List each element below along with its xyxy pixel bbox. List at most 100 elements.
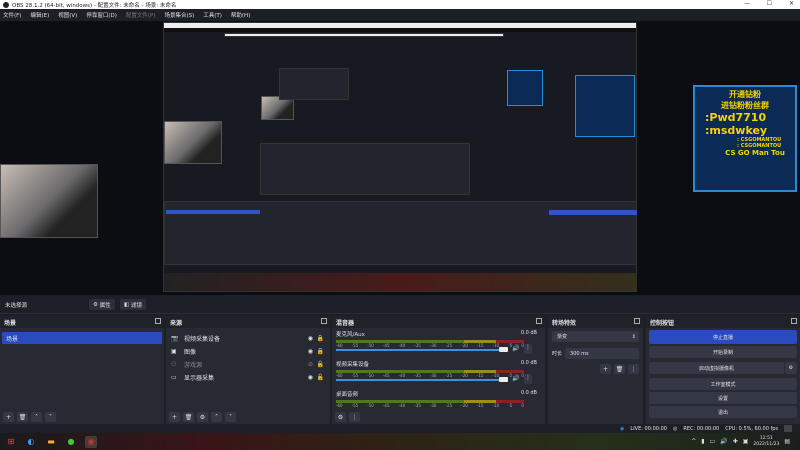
lock-icon[interactable]: 🔒 (317, 335, 324, 342)
menu-edit[interactable]: 编辑(E) (30, 11, 49, 19)
remove-transition-button[interactable]: 🗑 (614, 364, 625, 374)
notification-icon[interactable]: ▤ (784, 438, 790, 445)
cpu-fps: CPU: 0.5%, 60.00 fps (725, 425, 778, 432)
filters-button[interactable]: ◧ 滤镜 (120, 299, 146, 310)
virtual-camera-settings-icon[interactable]: ⚙ (785, 362, 797, 374)
unlock-icon[interactable]: 🔓 (317, 361, 324, 368)
title-bar: OBS 28.1.2 (64-bit, windows) - 配置文件: 未命名… (0, 0, 800, 9)
undock-icon[interactable] (536, 318, 542, 324)
source-item[interactable]: ▭ 显示器采集 ◉ 🔓 (166, 371, 330, 384)
move-up-button[interactable]: ˄ (211, 412, 222, 422)
edge-icon[interactable]: ◐ (25, 436, 37, 448)
filters-label: 滤镜 (130, 302, 142, 309)
undock-icon[interactable] (155, 318, 161, 324)
virtual-camera-button[interactable]: 启动虚拟摄像机 (649, 362, 784, 374)
gear-icon: ⚙ (93, 301, 98, 308)
webcam-source (0, 164, 98, 238)
promo-overlay: 开通钻粉 进钻粉粉丝群 :Pwd7710 :msdwkey : CSGOMANT… (693, 85, 797, 192)
scene-item[interactable]: 场景 (2, 332, 162, 344)
source-item[interactable]: 📷 视频采集设备 ◉ 🔒 (166, 332, 330, 345)
camera-icon: 📷 (171, 335, 179, 342)
menu-help[interactable]: 帮助(H) (231, 11, 250, 19)
chevron-up-icon[interactable]: ^ (691, 438, 696, 445)
input-method-icon[interactable]: ✚ (733, 438, 738, 445)
menu-view[interactable]: 视图(V) (58, 11, 77, 19)
meter-tick: -30 (429, 373, 437, 378)
meter-tick: -30 (429, 343, 437, 348)
display-capture-source (163, 22, 637, 292)
volume-icon[interactable]: 🔊 (720, 438, 727, 445)
channel-menu-button[interactable]: ⋮ (524, 374, 532, 384)
channel-menu-button[interactable]: ⋮ (524, 344, 532, 354)
start-icon[interactable]: ⊞ (5, 436, 17, 448)
move-down-button[interactable]: ˅ (225, 412, 236, 422)
channel-db: 0.0 dB (520, 330, 537, 336)
menu-scene-collection[interactable]: 场景集合(S) (164, 11, 194, 19)
obs-logo-icon (3, 1, 9, 8)
add-scene-button[interactable]: + (3, 412, 14, 422)
eye-icon[interactable]: ◉ (308, 348, 313, 355)
exit-button[interactable]: 退出 (649, 406, 797, 418)
undock-icon[interactable] (791, 318, 797, 324)
meter-tick: -55 (351, 343, 359, 348)
menu-profile[interactable]: 配置文件(P) (126, 11, 156, 19)
folder-icon[interactable]: ▬ (45, 436, 57, 448)
menu-docks[interactable]: 停靠窗口(D) (86, 11, 117, 19)
unlock-icon[interactable]: 🔓 (317, 374, 324, 381)
source-item[interactable]: ⚇ 游戏源 ⊘ 🔓 (166, 358, 330, 371)
menu-tools[interactable]: 工具(T) (203, 11, 222, 19)
lock-icon[interactable]: 🔒 (317, 348, 324, 355)
advanced-audio-button[interactable]: ⚙ (335, 412, 346, 422)
move-down-button[interactable]: ˅ (45, 412, 56, 422)
eye-hidden-icon[interactable]: ⊘ (308, 361, 313, 368)
rec-time: REC: 00:00:00 (683, 425, 720, 432)
stop-streaming-button[interactable]: 停止直播 (649, 330, 797, 344)
keyboard-icon[interactable]: ▣ (743, 438, 749, 445)
eye-icon[interactable]: ◉ (308, 335, 313, 342)
slider-handle[interactable] (499, 377, 508, 382)
source-label: 视频采集设备 (184, 336, 221, 343)
undock-icon[interactable] (321, 318, 327, 324)
minimize-button[interactable]: — (744, 0, 750, 7)
studio-mode-button[interactable]: 工作室模式 (649, 378, 797, 390)
no-source-selected: 未选择源 (5, 303, 28, 309)
properties-button[interactable]: ⚙ 属性 (89, 299, 115, 310)
meter-tick: -60 (336, 403, 343, 408)
move-up-button[interactable]: ˄ (31, 412, 42, 422)
transition-menu-button[interactable]: ⋮ (628, 364, 639, 374)
meter-tick: -35 (414, 403, 421, 408)
source-properties-button[interactable]: ⚙ (197, 412, 208, 422)
eye-icon[interactable]: ◉ (308, 374, 313, 381)
source-item[interactable]: ▣ 图像 ◉ 🔒 (166, 345, 330, 358)
undock-icon[interactable] (634, 318, 640, 324)
mixer-dock: 混音器 麦克风/Aux 0.0 dB -60 -55 -50 -45 -40 -35 -30… (332, 316, 545, 424)
obs-taskbar-icon[interactable]: ◉ (85, 435, 97, 448)
start-recording-button[interactable]: 开始录制 (649, 346, 797, 358)
volume-slider[interactable] (336, 349, 507, 351)
close-button[interactable]: ✕ (789, 0, 794, 7)
meter-tick: -30 (429, 403, 437, 408)
transition-select[interactable]: 渐变 ⇕ (552, 331, 639, 342)
duration-input[interactable]: 300 ms (565, 348, 639, 359)
mixer-menu-button[interactable]: ⋮ (349, 412, 360, 422)
volume-slider[interactable] (336, 379, 507, 381)
speaker-icon[interactable]: 🔊 (512, 345, 519, 352)
settings-button[interactable]: 设置 (649, 392, 797, 404)
mic-icon[interactable]: ▮ (701, 438, 704, 445)
preview-canvas[interactable]: 开通钻粉 进钻粉粉丝群 :Pwd7710 :msdwkey : CSGOMANT… (0, 21, 800, 295)
menu-file[interactable]: 文件(F) (3, 11, 21, 19)
add-transition-button[interactable]: + (600, 364, 611, 374)
live-icon: ◉ (620, 425, 625, 432)
remove-scene-button[interactable]: 🗑 (17, 412, 28, 422)
slider-handle[interactable] (499, 347, 508, 352)
speaker-icon[interactable]: 🔊 (512, 375, 519, 382)
network-icon[interactable]: ▭ (710, 438, 716, 445)
maximize-button[interactable]: ☐ (767, 0, 772, 7)
resize-grip[interactable] (784, 425, 792, 432)
remove-source-button[interactable]: 🗑 (183, 412, 194, 422)
controls-dock: 控制按钮 停止直播 开始录制 启动虚拟摄像机 ⚙ 工作室模式 设置 退出 (646, 316, 800, 424)
meter-tick: -55 (351, 403, 359, 408)
wechat-icon[interactable]: ● (65, 436, 77, 448)
add-source-button[interactable]: + (169, 412, 180, 422)
clock[interactable]: 12:51 2022/11/23 (753, 436, 779, 448)
